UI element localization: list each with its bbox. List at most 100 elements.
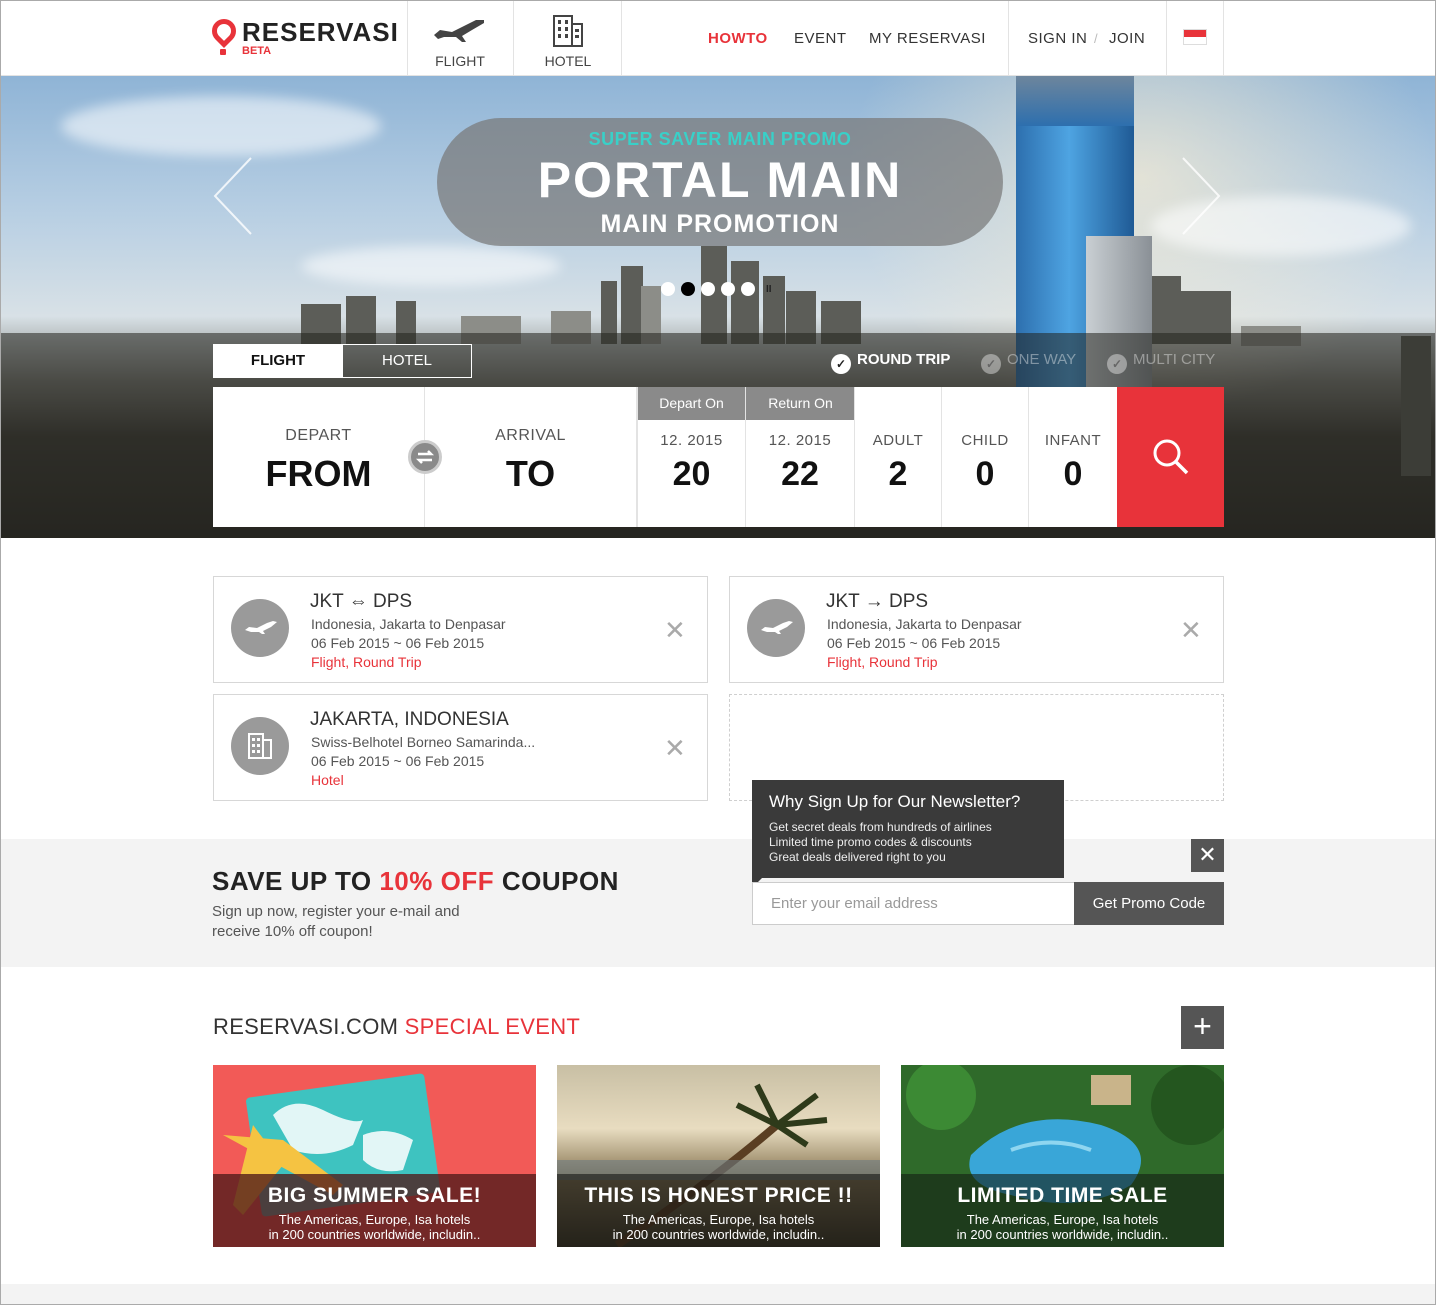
plus-icon[interactable]: + bbox=[1181, 1006, 1224, 1049]
airplane-icon bbox=[747, 599, 805, 657]
promo-banner[interactable]: SUPER SAVER MAIN PROMO PORTAL MAIN MAIN … bbox=[437, 118, 1003, 246]
mode-flight-label: FLIGHT bbox=[435, 53, 485, 69]
infant-label: INFANT bbox=[1044, 432, 1102, 449]
slide-dot[interactable] bbox=[721, 282, 735, 296]
recent-search-card[interactable]: JKT ⇔ DPS Indonesia, Jakarta to Denpasar… bbox=[213, 576, 708, 683]
slide-dot[interactable] bbox=[661, 282, 675, 296]
check-icon: ✓ bbox=[831, 354, 851, 374]
email-input[interactable] bbox=[752, 882, 1075, 925]
slide-dot[interactable] bbox=[681, 282, 695, 296]
mode-flight[interactable]: FLIGHT bbox=[407, 1, 513, 76]
search-tab-flight[interactable]: FLIGHT bbox=[213, 344, 343, 378]
adult-label: ADULT bbox=[872, 432, 924, 449]
search-type: Flight, Round Trip bbox=[311, 654, 422, 670]
search-tab-hotel[interactable]: HOTEL bbox=[342, 344, 472, 378]
route: JKT ⇔ DPS bbox=[310, 591, 413, 612]
event-desc: The Americas, Europe, Isa hotels bbox=[622, 1212, 815, 1227]
arrival-label: ARRIVAL bbox=[495, 427, 566, 444]
tooltip-line: Great deals delivered right to you bbox=[769, 850, 946, 864]
depart-day: 20 bbox=[672, 455, 711, 493]
slide-dot[interactable] bbox=[741, 282, 755, 296]
arrival-value: TO bbox=[505, 453, 556, 494]
pause-icon[interactable]: II bbox=[766, 284, 772, 295]
top-header: RESERVASI BETA FLIGHT HOTEL HOWTO EVENT … bbox=[1, 1, 1435, 76]
close-icon[interactable]: ✕ bbox=[1180, 617, 1202, 643]
tooltip-line: Get secret deals from hundreds of airlin… bbox=[769, 820, 992, 834]
building-icon bbox=[231, 717, 289, 775]
prev-slide-arrow-icon[interactable] bbox=[213, 156, 253, 236]
depart-field[interactable]: DEPART FROM bbox=[213, 387, 425, 527]
adult-count: 2 bbox=[888, 455, 908, 493]
airplane-icon bbox=[434, 20, 484, 42]
event-desc: in 200 countries worldwide, includin.. bbox=[956, 1227, 1169, 1242]
trip-one-way-label: ONE WAY bbox=[1007, 351, 1077, 368]
trip-round-label: ROUND TRIP bbox=[857, 351, 951, 368]
arrival-field[interactable]: ARRIVAL TO bbox=[425, 387, 637, 527]
event-card[interactable]: LIMITED TIME SALE The Americas, Europe, … bbox=[901, 1065, 1224, 1247]
route: JKT → DPS bbox=[826, 591, 929, 612]
date-range: 06 Feb 2015 ~ 06 Feb 2015 bbox=[827, 635, 1001, 651]
search-button[interactable] bbox=[1117, 387, 1224, 527]
route-description: Indonesia, Jakarta to Denpasar bbox=[311, 616, 506, 632]
coupon-description: Sign up now, register your e-mail and re… bbox=[212, 903, 460, 940]
promo-subtitle: MAIN PROMOTION bbox=[600, 210, 840, 238]
tooltip-title: Why Sign Up for Our Newsletter? bbox=[769, 792, 1021, 811]
hotel-location: JAKARTA, INDONESIA bbox=[310, 709, 509, 730]
return-day: 22 bbox=[781, 455, 819, 493]
event-desc: The Americas, Europe, Isa hotels bbox=[966, 1212, 1159, 1227]
event-card[interactable]: THIS IS HONEST PRICE !! The Americas, Eu… bbox=[557, 1065, 880, 1247]
check-icon: ✓ bbox=[981, 354, 1001, 374]
nav-event[interactable]: EVENT bbox=[794, 30, 847, 47]
brand-tag: BETA bbox=[242, 45, 272, 57]
search-icon bbox=[1153, 439, 1189, 475]
promo-kicker: SUPER SAVER MAIN PROMO bbox=[588, 129, 852, 149]
flight-search-form: DEPART FROM ARRIVAL TO Depart On Return … bbox=[213, 387, 1117, 527]
nav-howto[interactable]: HOWTO bbox=[708, 30, 768, 47]
brand-name: RESERVASI bbox=[242, 17, 399, 47]
search-type: Hotel bbox=[311, 772, 344, 788]
depart-month: 12. 2015 bbox=[660, 432, 723, 449]
promo-title: PORTAL MAIN bbox=[537, 152, 903, 208]
trip-multi-city[interactable]: ✓ MULTI CITY bbox=[1107, 351, 1215, 374]
indonesia-flag-icon[interactable] bbox=[1183, 29, 1207, 45]
building-icon bbox=[553, 15, 583, 47]
infant-field[interactable]: INFANT 0 bbox=[1029, 387, 1117, 527]
airplane-icon bbox=[231, 599, 289, 657]
date-range: 06 Feb 2015 ~ 06 Feb 2015 bbox=[311, 635, 485, 651]
slide-dot[interactable] bbox=[701, 282, 715, 296]
close-icon[interactable]: ✕ bbox=[664, 735, 686, 761]
next-slide-arrow-icon[interactable] bbox=[1181, 156, 1221, 236]
child-label: CHILD bbox=[961, 432, 1009, 449]
close-icon[interactable]: ✕ bbox=[664, 617, 686, 643]
page: RESERVASI BETA FLIGHT HOTEL HOWTO EVENT … bbox=[0, 0, 1436, 1305]
event-title: THIS IS HONEST PRICE !! bbox=[584, 1184, 853, 1207]
trip-one-way[interactable]: ✓ ONE WAY bbox=[981, 351, 1076, 374]
mode-hotel[interactable]: HOTEL bbox=[515, 1, 621, 76]
tooltip-line: Limited time promo codes & discounts bbox=[769, 835, 972, 849]
depart-date-field[interactable]: 12. 2015 20 bbox=[637, 387, 746, 527]
child-field[interactable]: CHILD 0 bbox=[942, 387, 1029, 527]
return-date-field[interactable]: 12. 2015 22 bbox=[746, 387, 855, 527]
nav-my-reservasi[interactable]: MY RESERVASI bbox=[869, 30, 986, 47]
adult-field[interactable]: ADULT 2 bbox=[855, 387, 942, 527]
location-pin-icon bbox=[207, 14, 241, 48]
hotel-name: Swiss-Belhotel Borneo Samarinda... bbox=[311, 734, 536, 750]
trip-round[interactable]: ✓ ROUND TRIP bbox=[831, 351, 950, 374]
infant-count: 0 bbox=[1063, 455, 1083, 493]
date-range: 06 Feb 2015 ~ 06 Feb 2015 bbox=[311, 753, 485, 769]
hero-banner: SUPER SAVER MAIN PROMO PORTAL MAIN MAIN … bbox=[1, 76, 1435, 538]
return-month: 12. 2015 bbox=[768, 432, 832, 449]
events-heading: RESERVASI.COM SPECIAL EVENT bbox=[213, 1014, 581, 1039]
get-promo-code-button[interactable]: Get Promo Code bbox=[1074, 882, 1224, 925]
recent-search-card[interactable]: JAKARTA, INDONESIA Swiss-Belhotel Borneo… bbox=[213, 694, 708, 801]
trip-multi-city-label: MULTI CITY bbox=[1133, 351, 1216, 368]
event-title: LIMITED TIME SALE bbox=[957, 1184, 1168, 1207]
event-desc: The Americas, Europe, Isa hotels bbox=[278, 1212, 471, 1227]
close-newsletter-button[interactable]: ✕ bbox=[1191, 839, 1224, 872]
nav-join[interactable]: JOIN bbox=[1109, 30, 1145, 47]
event-card[interactable]: BIG SUMMER SALE! The Americas, Europe, I… bbox=[213, 1065, 536, 1247]
mode-hotel-label: HOTEL bbox=[544, 53, 592, 69]
child-count: 0 bbox=[975, 455, 995, 493]
recent-search-card[interactable]: JKT → DPS Indonesia, Jakarta to Denpasar… bbox=[729, 576, 1224, 683]
nav-sign-in[interactable]: SIGN IN bbox=[1028, 30, 1087, 47]
